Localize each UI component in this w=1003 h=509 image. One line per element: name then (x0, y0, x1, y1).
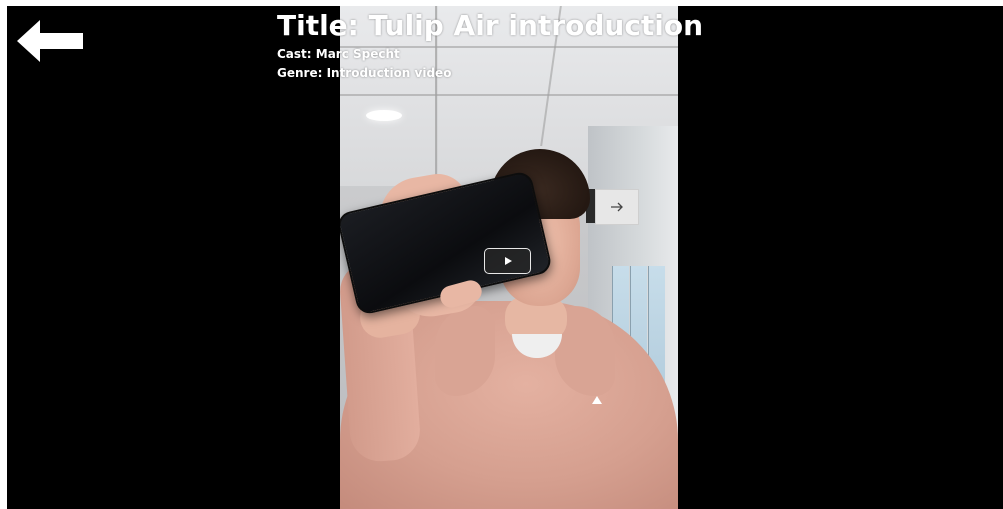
play-icon (504, 257, 512, 265)
ceiling-grid-line (340, 94, 678, 96)
back-button[interactable] (17, 20, 83, 62)
play-button[interactable] (484, 248, 531, 274)
arrow-right-icon (611, 202, 623, 212)
direction-sign (595, 189, 639, 225)
video-cast: Cast: Marc Specht (277, 47, 400, 61)
ceiling-light (366, 110, 402, 121)
video-title: Title: Tulip Air introduction (277, 9, 704, 42)
video-info: Title: Tulip Air introduction Cast: Marc… (277, 7, 703, 83)
hoodie-logo (592, 396, 602, 404)
video-genre: Genre: Introduction video (277, 66, 452, 80)
arrow-left-icon (17, 20, 83, 62)
